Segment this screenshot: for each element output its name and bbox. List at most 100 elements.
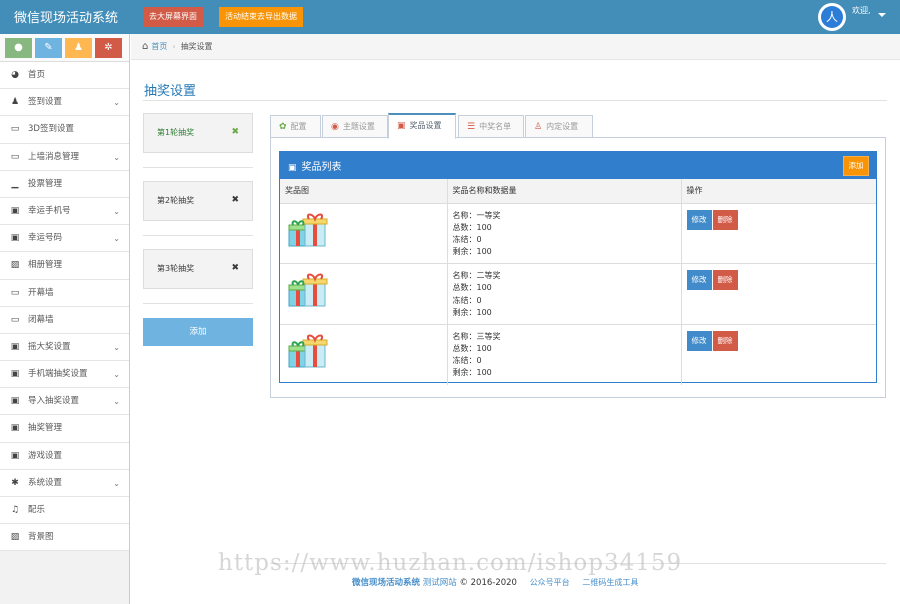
round-item-1[interactable]: 第1轮抽奖 ✖ <box>143 113 253 153</box>
tab-theme[interactable]: ◉ 主题设置 <box>322 115 388 138</box>
breadcrumb-home[interactable]: 首页 <box>151 42 167 51</box>
sidebar-item[interactable]: ▨ 背景图 <box>0 524 129 552</box>
desktop-icon: ▭ <box>10 287 20 298</box>
sidebar-item[interactable]: ▭ 闭幕墙 <box>0 306 129 334</box>
export-data-button[interactable]: 活动结束去导出数据 <box>219 7 303 27</box>
footer-link-qrcode[interactable]: 二维码生成工具 <box>582 578 638 587</box>
footer-copyright: © 2016-2020 <box>459 578 517 588</box>
add-round-button[interactable]: 添加 <box>143 318 253 346</box>
sidebar-item-label: 摇大奖设置 <box>28 341 71 352</box>
sidebar-item-label: 背景图 <box>28 532 54 543</box>
pencil-icon[interactable]: ✎ <box>35 38 62 58</box>
tab-preset[interactable]: ♙ 内定设置 <box>525 115 593 138</box>
page-title: 抽奖设置 <box>144 84 197 99</box>
footer-site[interactable]: 测试网站 <box>423 578 457 588</box>
prize-name: 名称：三等奖 <box>452 331 501 341</box>
sidebar-item-label: 投票管理 <box>28 178 63 189</box>
welcome-text[interactable]: 欢迎, <box>852 5 871 16</box>
prize-info-cell: 名称：二等奖 总数：100 冻结：0 剩余：100 <box>447 263 682 325</box>
chevron-down-icon[interactable]: ⌄ <box>113 388 120 415</box>
footer: 微信现场活动系统 测试网站 © 2016-2020 公众号平台 二维码生成工具 <box>352 576 638 588</box>
close-icon[interactable]: ✖ <box>231 263 239 273</box>
add-prize-button[interactable]: 添加 <box>843 156 869 176</box>
chevron-down-icon[interactable] <box>878 13 886 17</box>
gift-icon: ▣ <box>10 205 20 216</box>
delete-prize-button[interactable]: 删除 <box>712 209 738 230</box>
prize-actions-cell: 修改 删除 <box>681 203 876 264</box>
sidebar-item[interactable]: ▁ 投票管理 <box>0 170 129 198</box>
prize-actions-cell: 修改 删除 <box>681 324 876 385</box>
tab-config[interactable]: ✿ 配置 <box>270 115 321 138</box>
chevron-down-icon[interactable]: ⌄ <box>113 361 120 388</box>
gear-icon: ✿ <box>279 122 287 132</box>
column-header: 操作 <box>681 179 876 204</box>
sidebar: ● ✎ ♟ ✲ ◕ 首页 ♟ 签到设置 ⌄ ▭ 3D签到设置 ▭ 上墙消息管理 ⌄ ▁ 投票管理 ▣ 幸运手机号… <box>0 34 130 604</box>
prize-widget: ▣ 奖品列表 添加 奖品图 奖品名称和数据量 操作 名称：一等奖 总数：100 冻结：… <box>279 151 877 385</box>
sidebar-item-label: 上墙消息管理 <box>28 151 80 162</box>
prize-frozen: 冻结：0 <box>452 235 482 245</box>
close-icon[interactable]: ✖ <box>231 127 239 137</box>
round-label: 第3轮抽奖 <box>157 264 195 273</box>
tab-winners[interactable]: ☰ 中奖名单 <box>458 115 524 138</box>
prize-info-cell: 名称：一等奖 总数：100 冻结：0 剩余：100 <box>447 203 682 264</box>
comment-icon[interactable]: ● <box>5 38 32 58</box>
sidebar-item[interactable]: ♫ 配乐 <box>0 497 129 525</box>
sidebar-item[interactable]: ▣ 导入抽奖设置 ⌄ <box>0 388 129 416</box>
sidebar-item[interactable]: ▭ 上墙消息管理 ⌄ <box>0 143 129 171</box>
widget-title: 奖品列表 <box>301 162 342 173</box>
avatar[interactable]: 人 <box>818 3 846 31</box>
sidebar-item[interactable]: ▨ 相册管理 <box>0 252 129 280</box>
breadcrumb-separator: › <box>172 42 176 51</box>
round-item-2[interactable]: 第2轮抽奖 ✖ <box>143 181 253 221</box>
close-icon[interactable]: ✖ <box>231 195 239 205</box>
bigscreen-button[interactable]: 去大屏幕界面 <box>143 7 203 27</box>
prize-remaining: 剩余：100 <box>452 368 492 378</box>
sidebar-item[interactable]: ▣ 抽奖管理 <box>0 415 129 443</box>
sidebar-item-label: 导入抽奖设置 <box>28 396 80 407</box>
sidebar-item[interactable]: ▣ 摇大奖设置 ⌄ <box>0 333 129 362</box>
sidebar-item[interactable]: ✱ 系统设置 ⌄ <box>0 469 129 497</box>
sidebar-item[interactable]: ▣ 幸运手机号 ⌄ <box>0 197 129 226</box>
prize-frozen: 冻结：0 <box>452 356 482 366</box>
tab-prizes[interactable]: ▣ 奖品设置 <box>388 113 456 139</box>
sidebar-item-label: 手机端抽奖设置 <box>28 369 88 380</box>
chevron-down-icon[interactable]: ⌄ <box>113 198 120 225</box>
avatar-glyph: 人 <box>821 6 843 28</box>
edit-prize-button[interactable]: 修改 <box>686 330 712 351</box>
breadcrumb-current: 抽奖设置 <box>180 42 213 51</box>
gift-icon: ▣ <box>10 341 20 352</box>
brand-title[interactable]: 微信现场活动系统 <box>14 7 118 26</box>
gift-image <box>285 331 329 375</box>
round-divider <box>143 303 253 304</box>
edit-prize-button[interactable]: 修改 <box>686 209 712 230</box>
chevron-down-icon[interactable]: ⌄ <box>113 470 120 497</box>
edit-prize-button[interactable]: 修改 <box>686 270 712 290</box>
group-icon[interactable]: ♟ <box>65 38 92 58</box>
sidebar-item[interactable]: ▣ 手机端抽奖设置 ⌄ <box>0 361 129 389</box>
sidebar-item[interactable]: ▭ 3D签到设置 <box>0 116 129 144</box>
sidebar-item[interactable]: ♟ 签到设置 ⌄ <box>0 89 129 117</box>
round-divider <box>143 167 253 168</box>
gift-icon: ▣ <box>10 233 20 244</box>
signal-icon: ▁ <box>11 178 19 189</box>
delete-prize-button[interactable]: 删除 <box>712 270 738 290</box>
male-icon: ♙ <box>534 122 543 132</box>
sidebar-item[interactable]: ▣ 游戏设置 <box>0 442 129 470</box>
chevron-down-icon[interactable]: ⌄ <box>113 144 120 171</box>
delete-prize-button[interactable]: 删除 <box>712 330 738 351</box>
sidebar-item-label: 幸运号码 <box>28 233 63 244</box>
table-row: 名称：二等奖 总数：100 冻结：0 剩余：100 修改 删除 <box>280 263 876 325</box>
chevron-down-icon[interactable]: ⌄ <box>113 89 120 116</box>
chevron-down-icon[interactable]: ⌄ <box>113 225 120 252</box>
cogs-icon[interactable]: ✲ <box>95 38 122 58</box>
prize-remaining: 剩余：100 <box>452 247 492 257</box>
chevron-down-icon[interactable]: ⌄ <box>113 334 120 361</box>
prize-total: 总数：100 <box>452 222 492 232</box>
table-row: 名称：三等奖 总数：100 冻结：0 剩余：100 修改 删除 <box>280 324 876 385</box>
sidebar-item[interactable]: ◕ 首页 <box>0 62 129 90</box>
sidebar-item[interactable]: ▣ 幸运号码 ⌄ <box>0 225 129 253</box>
footer-link-mp[interactable]: 公众号平台 <box>530 578 570 587</box>
sidebar-item-label: 抽奖管理 <box>28 423 63 434</box>
sidebar-item[interactable]: ▭ 开幕墙 <box>0 279 129 307</box>
round-item-3[interactable]: 第3轮抽奖 ✖ <box>143 249 253 289</box>
